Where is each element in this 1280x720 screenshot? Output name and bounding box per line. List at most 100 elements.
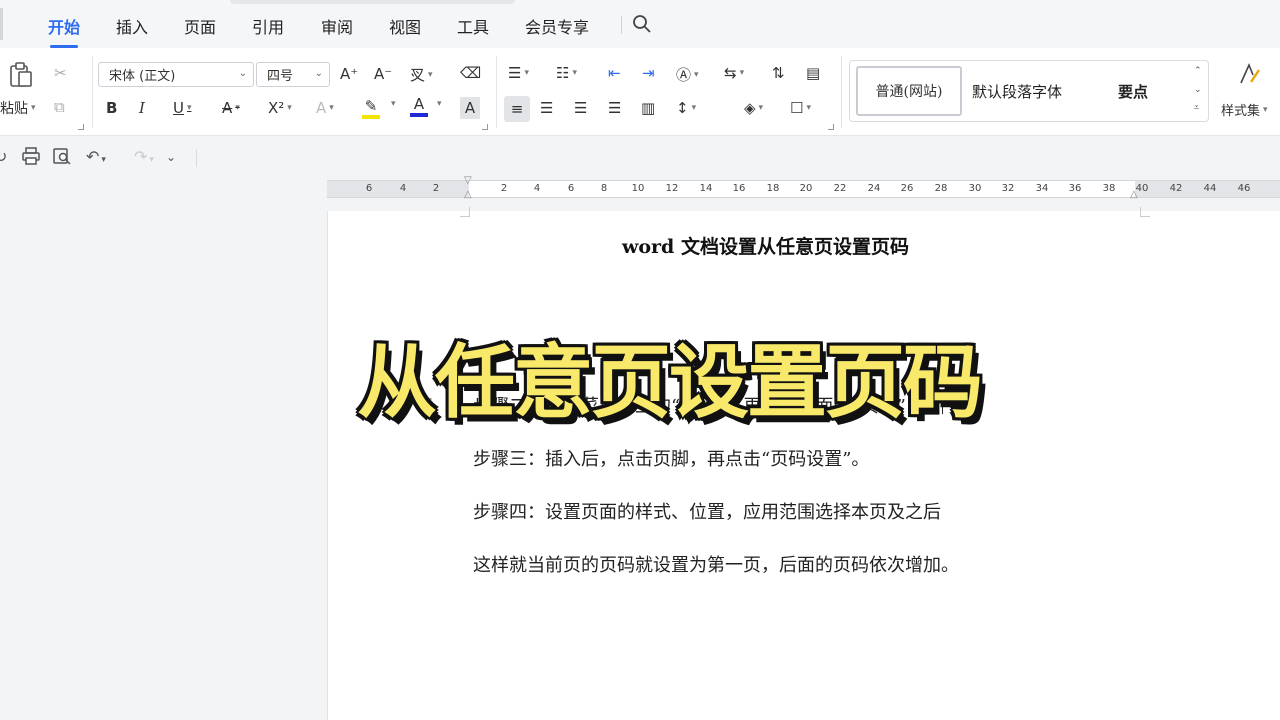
horizontal-ruler[interactable]: 6 4 2 2 4 6 8 10 12 14 16 18 20 22 24 26… — [327, 175, 1280, 200]
grow-font-button[interactable]: A⁺ — [340, 65, 358, 83]
tab-home[interactable]: 开始 — [48, 14, 80, 48]
decrease-indent-icon[interactable]: ⇤ — [608, 64, 621, 82]
font-size-value: 四号 — [267, 69, 294, 84]
paragraph-step-3[interactable]: 步骤三：插入后，点击页脚，再点击“页码设置”。 — [473, 445, 869, 471]
paragraph-step-4[interactable]: 步骤四：设置页面的样式、位置，应用范围选择本页及之后 — [473, 498, 941, 524]
chevron-down-icon: ⌄ — [314, 68, 323, 79]
tab-member[interactable]: 会员专享 — [525, 14, 589, 38]
align-center-icon[interactable]: ☰ — [540, 99, 553, 117]
ruler-tick: 6 — [365, 183, 373, 194]
clear-format-icon[interactable]: ⌫ — [460, 64, 481, 82]
undo-icon[interactable]: ↶ ▾ — [86, 147, 106, 166]
font-name-select[interactable]: 宋体 (正文) ⌄ — [98, 62, 254, 87]
copy-icon[interactable]: ⧉ — [54, 98, 65, 116]
clipboard-group-launcher[interactable] — [78, 124, 84, 130]
shrink-font-button[interactable]: A⁻ — [374, 65, 392, 83]
style-normal-web[interactable]: 普通(网站) — [856, 66, 962, 116]
styles-gallery: 普通(网站) 默认段落字体 要点 ⌃ ⌄ ⩡ — [849, 60, 1209, 122]
bold-button[interactable]: B — [106, 99, 117, 117]
font-size-select[interactable]: 四号 ⌄ — [256, 62, 330, 87]
style-set-button[interactable]: 样式集 ▾ — [1221, 100, 1268, 119]
ruler-tick: 2 — [432, 183, 440, 194]
chevron-up-icon[interactable]: ⌃ — [1194, 66, 1202, 76]
font-color-label: A — [413, 95, 425, 113]
superscript-label: X² — [268, 99, 285, 117]
italic-button[interactable]: I — [139, 99, 145, 117]
style-set-icon[interactable] — [1238, 62, 1262, 90]
underline-label: U — [173, 99, 184, 117]
redo-icon[interactable]: ↷ ▾ — [134, 147, 154, 166]
paste-icon[interactable] — [8, 62, 34, 92]
style-key-point[interactable]: 要点 — [1118, 81, 1148, 102]
expand-gallery-icon[interactable]: ⩡ — [1194, 103, 1199, 113]
ruler-tick: 24 — [867, 183, 881, 194]
menu-separator — [621, 16, 622, 34]
underline-button[interactable]: U ▾ — [173, 99, 192, 117]
tab-view[interactable]: 视图 — [389, 14, 421, 38]
ruler-tick: 34 — [1035, 183, 1049, 194]
tab-insert[interactable]: 插入 — [116, 14, 148, 38]
tab-review[interactable]: 审阅 — [321, 14, 353, 38]
paste-button[interactable]: 粘贴 ▾ — [0, 98, 36, 118]
numbered-list-button[interactable]: ☷ ▾ — [556, 64, 577, 82]
paragraph-conclusion[interactable]: 这样就当前页的页码就设置为第一页，后面的页码依次增加。 — [473, 551, 959, 577]
ribbon: 粘贴 ▾ ✂ ⧉ 宋体 (正文) ⌄ 四号 ⌄ A⁺ A⁻ 㕚 ▾ ⌫ B I U ▾ A… — [0, 48, 1280, 136]
swap-button[interactable]: ⇆ ▾ — [724, 64, 744, 82]
superscript-button[interactable]: X² ▾ — [268, 99, 292, 117]
right-indent-marker[interactable]: △ — [1130, 189, 1138, 200]
first-line-indent-marker[interactable]: ▽ — [464, 175, 472, 186]
tab-references[interactable]: 引用 — [252, 14, 284, 38]
document-page[interactable]: word 文档设置从任意页设置页码 ⠿ 步骤二：点击菜单栏上的“插入”，再点击下… — [327, 207, 1280, 720]
highlighter-icon: ✎ — [364, 97, 378, 115]
line-spacing-button[interactable]: ↕ ▾ — [676, 99, 696, 117]
ruler-tick: 32 — [1001, 183, 1015, 194]
ruler-tick: 2 — [500, 183, 508, 194]
ruler-tick: 26 — [900, 183, 914, 194]
border-icon: ☐ — [790, 99, 804, 117]
paragraph-group-launcher[interactable] — [828, 124, 834, 130]
ruler-tick: 10 — [631, 183, 645, 194]
crop-mark — [1140, 207, 1150, 217]
hanging-indent-marker[interactable]: △ — [464, 189, 472, 200]
font-group-launcher[interactable] — [482, 124, 488, 130]
char-shading-button[interactable]: A — [460, 97, 480, 119]
menu-edge — [0, 8, 3, 40]
distribute-icon[interactable]: ▥ — [641, 99, 655, 117]
bullet-list-button[interactable]: ☰ ▾ — [508, 64, 529, 82]
ruler-tick: 44 — [1203, 183, 1217, 194]
search-icon[interactable] — [632, 14, 652, 38]
align-right-icon[interactable]: ☰ — [574, 99, 587, 117]
align-left-icon[interactable]: ≡ — [504, 96, 530, 122]
phonetic-guide-button[interactable]: 㕚 ▾ — [410, 64, 433, 85]
tab-tools[interactable]: 工具 — [457, 14, 489, 38]
ruler-tick: 4 — [399, 183, 407, 194]
cut-icon[interactable]: ✂ — [54, 64, 67, 82]
tab-page[interactable]: 页面 — [184, 14, 216, 38]
redo-partial-icon[interactable]: ↻ — [0, 147, 7, 166]
ruler-tick: 16 — [732, 183, 746, 194]
text-direction-button[interactable]: Ⓐ ▾ — [676, 64, 699, 85]
show-marks-icon[interactable]: ▤ — [806, 64, 820, 82]
increase-indent-icon[interactable]: ⇥ — [642, 64, 655, 82]
ruler-tick: 30 — [968, 183, 982, 194]
document-title[interactable]: word 文档设置从任意页设置页码 — [622, 232, 909, 259]
shading-button[interactable]: ◈ ▾ — [744, 99, 763, 117]
style-default-para-font[interactable]: 默认段落字体 — [972, 81, 1062, 102]
chevron-down-icon[interactable]: ▾ — [388, 99, 396, 109]
customize-toolbar-icon[interactable]: ⌄ — [166, 150, 176, 164]
strikethrough-button[interactable]: A ▾ — [222, 99, 240, 117]
chevron-down-icon[interactable]: ▾ — [434, 99, 442, 109]
borders-button[interactable]: ☐ ▾ — [790, 99, 811, 117]
chevron-down-icon[interactable]: ⌄ — [1194, 85, 1202, 95]
print-preview-icon[interactable] — [53, 147, 71, 169]
toolbar-separator — [196, 149, 197, 167]
print-icon[interactable] — [22, 147, 40, 169]
ruler-tick: 28 — [934, 183, 948, 194]
menu-bar: 开始 插入 页面 引用 审阅 视图 工具 会员专享 — [0, 0, 1280, 48]
font-color-button[interactable]: A — [410, 95, 428, 117]
sort-icon[interactable]: ⇅ — [772, 64, 785, 82]
justify-icon[interactable]: ☰ — [608, 99, 621, 117]
ruler-tick: 20 — [799, 183, 813, 194]
text-effect-button[interactable]: A ▾ — [316, 99, 334, 117]
highlight-button[interactable]: ✎ — [362, 97, 380, 119]
